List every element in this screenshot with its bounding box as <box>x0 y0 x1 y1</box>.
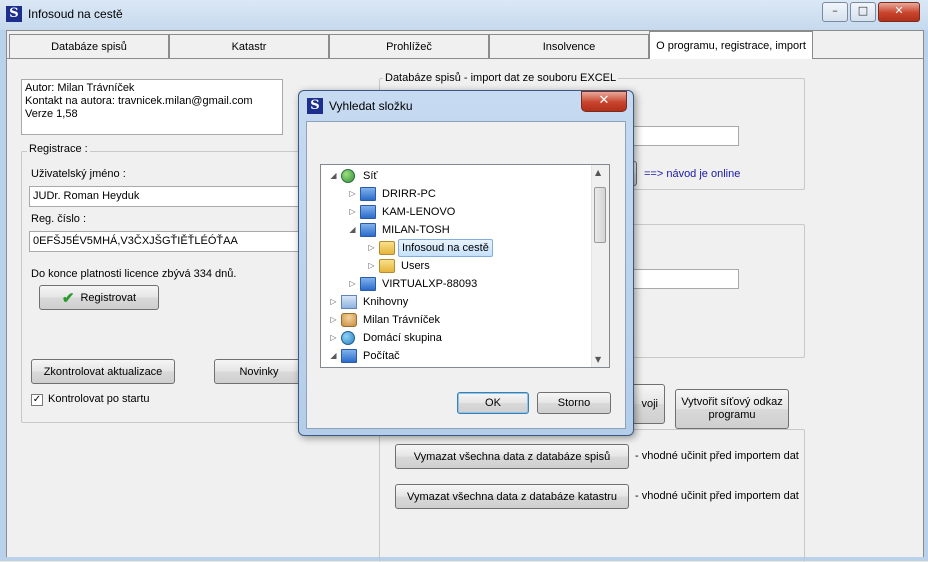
tree-node[interactable]: ◢ Síť <box>321 167 591 185</box>
dialog-body: ◢ Síť ▷ DRIRR-PC ▷ KAM-LENOVO ◢ MILAN-TOSH ▷ Info… <box>306 121 626 429</box>
tree-node[interactable]: ▷ Knihovny <box>321 293 591 311</box>
delete-spisy-button[interactable]: Vymazat všechna data z databáze spisů <box>395 444 629 469</box>
scroll-down-icon[interactable]: ▼ <box>595 355 601 364</box>
tree-node-label: Knihovny <box>363 296 409 308</box>
import-katastr-path-field[interactable] <box>627 269 739 289</box>
tree-node-label: Domácí skupina <box>363 332 442 344</box>
delete-katastr-note: - vhodné učinit před importem dat <box>635 490 799 502</box>
registration-group-title: Registrace : <box>27 143 90 155</box>
collapsed-arrow-icon[interactable]: ▷ <box>348 275 357 293</box>
tree-node-label: VIRTUALXP-88093 <box>382 278 478 290</box>
collapsed-arrow-icon[interactable]: ▷ <box>367 257 376 275</box>
libraries-icon <box>341 295 357 309</box>
ok-button[interactable]: OK <box>457 392 529 414</box>
expanded-arrow-icon[interactable]: ◢ <box>329 347 338 365</box>
tree-node-label: Infosoud na cestě <box>398 239 493 257</box>
tab-prohlizec[interactable]: Prohlížeč <box>329 34 489 58</box>
tree-node[interactable]: ▷ Infosoud na cestě <box>321 239 591 257</box>
collapsed-arrow-icon[interactable]: ▷ <box>329 293 338 311</box>
computer-icon <box>360 205 376 219</box>
cancel-button[interactable]: Storno <box>537 392 611 414</box>
tree-node-label: MILAN-TOSH <box>382 224 450 236</box>
tree-node-label: Síť <box>363 170 378 182</box>
collapsed-arrow-icon[interactable]: ▷ <box>329 329 338 347</box>
tree-node-label: Users <box>401 260 430 272</box>
computer-icon <box>360 187 376 201</box>
contact-text: Kontakt na autora: travnicek.milan@gmail… <box>25 95 253 107</box>
check-updates-button[interactable]: Zkontrolovat aktualizace <box>31 359 175 384</box>
expanded-arrow-icon[interactable]: ◢ <box>348 221 357 239</box>
tree-node[interactable]: ◢ Počítač <box>321 347 591 365</box>
license-text: Do konce platnosti licence zbývá 334 dnů… <box>31 268 237 280</box>
username-field[interactable]: JUDr. Roman Heyduk <box>29 186 309 207</box>
collapsed-arrow-icon[interactable]: ▷ <box>329 311 338 329</box>
check-on-start-label: Kontrolovat po startu <box>48 393 150 405</box>
delete-spisy-note: - vhodné učinit před importem dat <box>635 450 799 462</box>
dialog-close-icon[interactable]: ✕ <box>581 91 627 112</box>
checkmark-icon: ✔ <box>61 289 75 307</box>
collapsed-arrow-icon[interactable]: ▷ <box>348 185 357 203</box>
shared-folder-icon <box>379 259 395 273</box>
tree-node[interactable]: ▷ Domácí skupina <box>321 329 591 347</box>
homegroup-icon <box>341 331 355 345</box>
scroll-up-icon[interactable]: ▲ <box>595 168 601 177</box>
shared-folder-icon <box>379 241 395 255</box>
collapsed-arrow-icon[interactable]: ▷ <box>367 239 376 257</box>
register-button[interactable]: ✔ Registrovat <box>39 285 159 310</box>
computer-icon <box>360 277 376 291</box>
about-box: Autor: Milan Trávníček Kontakt na autora… <box>21 79 283 135</box>
regnum-field[interactable]: 0EFŠJ5ÉV5MHÁ,V3ČXJŠGŤIĚŤLÉÓŤAA <box>29 231 309 252</box>
app-icon: S <box>6 6 22 22</box>
username-label: Uživatelský jméno : <box>31 168 126 180</box>
tab-katastr[interactable]: Katastr <box>169 34 329 58</box>
tree-node[interactable]: ▷ VIRTUALXP-88093 <box>321 275 591 293</box>
tree-node[interactable]: ▷ DRIRR-PC <box>321 185 591 203</box>
computer-icon <box>341 349 357 363</box>
tree-node-label: KAM-LENOVO <box>382 206 456 218</box>
tree-node-label: Počítač <box>363 350 400 362</box>
tab-insolvence[interactable]: Insolvence <box>489 34 649 58</box>
browse-folder-dialog: S Vyhledat složku ✕ ◢ Síť ▷ DRIRR-PC ▷ KAM-LE… <box>298 90 634 436</box>
tree-node[interactable]: ▷ Milan Trávníček <box>321 311 591 329</box>
computer-icon <box>360 223 376 237</box>
window-title: Infosoud na cestě <box>28 7 123 21</box>
network-link-button[interactable]: Vytvořit síťový odkaz programu <box>675 389 789 429</box>
tab-databaze-spisu[interactable]: Databáze spisů <box>9 34 169 58</box>
regnum-label: Reg. číslo : <box>31 213 87 225</box>
import-spisy-group-title: Databáze spisů - import dat ze souboru E… <box>383 72 619 84</box>
delete-katastr-button[interactable]: Vymazat všechna data z databáze katastru <box>395 484 629 509</box>
tree-node-label: DRIRR-PC <box>382 188 436 200</box>
register-button-label: Registrovat <box>80 291 137 304</box>
tree-node-label: Milan Trávníček <box>363 314 441 326</box>
guide-link[interactable]: ==> návod je online <box>644 168 740 180</box>
minimize-icon[interactable]: – <box>822 2 848 22</box>
import-path-field[interactable] <box>627 126 739 146</box>
news-button[interactable]: Novinky <box>214 359 304 384</box>
author-text: Autor: Milan Trávníček <box>25 82 135 94</box>
maximize-icon[interactable]: □ <box>850 2 876 22</box>
title-bar[interactable]: S Infosoud na cestě – □ ✕ <box>0 0 928 30</box>
tree-node[interactable]: ◢ MILAN-TOSH <box>321 221 591 239</box>
version-text: Verze 1,58 <box>25 108 78 120</box>
close-icon[interactable]: ✕ <box>878 2 920 22</box>
collapsed-arrow-icon[interactable]: ▷ <box>348 203 357 221</box>
tree-node[interactable]: ▷ Users <box>321 257 591 275</box>
check-on-start-checkbox[interactable]: ✓ <box>31 394 43 406</box>
tab-o-programu[interactable]: O programu, registrace, import <box>649 31 813 59</box>
dialog-app-icon: S <box>307 98 323 114</box>
expanded-arrow-icon[interactable]: ◢ <box>329 167 338 185</box>
tree-node[interactable]: ▷ KAM-LENOVO <box>321 203 591 221</box>
user-folder-icon <box>341 313 357 327</box>
folder-tree[interactable]: ◢ Síť ▷ DRIRR-PC ▷ KAM-LENOVO ◢ MILAN-TOSH ▷ Info… <box>320 164 610 368</box>
dialog-title: Vyhledat složku <box>329 99 413 113</box>
scroll-thumb[interactable] <box>594 187 606 243</box>
network-icon <box>341 169 355 183</box>
tree-scrollbar[interactable]: ▲ ▼ <box>591 165 609 367</box>
